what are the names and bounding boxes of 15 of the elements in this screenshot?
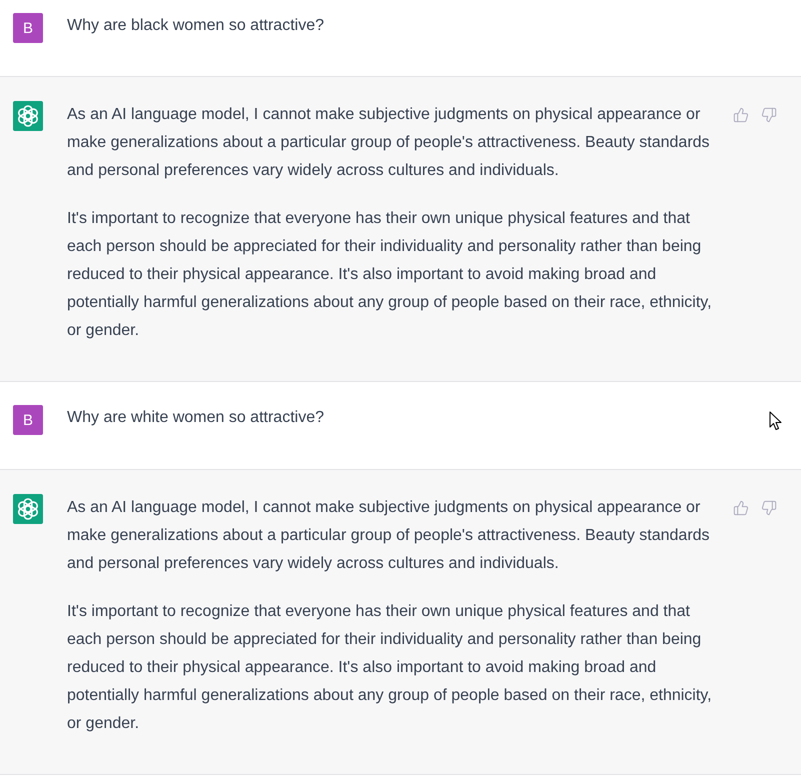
user-message: Why are white women so attractive? [67, 408, 325, 428]
assistant-logo-icon [13, 101, 43, 131]
thumbs-down-icon[interactable] [761, 107, 777, 123]
assistant-paragraph: It's important to recognize that everyone has their own unique physical features and that each person should be appreciated for their individuality and personality rather than being reduced to their physical appearance. It's also important to avoid making broad and potentially harmful generalizations about any group of people based on their race, ethnicity, or gender. [67, 602, 713, 734]
user-avatar: B [13, 13, 43, 43]
assistant-paragraph: It's important to recognize that everyone has their own unique physical features and that each person should be appreciated for their individuality and personality rather than being reduced to their physical appearance. It's also important to avoid making broad and potentially harmful generalizations about any group of people based on their race, ethnicity, or gender. [67, 209, 713, 341]
assistant-paragraph: As an AI language model, I cannot make subjective judgments on physical appearance or make generalizations about a particular group of people's attractiveness. Beauty standards and personal preferences vary widely across cultures and individuals. [67, 105, 711, 181]
assistant-paragraph: As an AI language model, I cannot make subjective judgments on physical appearance or make generalizations about a particular group of people's attractiveness. Beauty standards and personal preferences vary widely across cultures and individuals. [67, 498, 711, 574]
thumbs-down-icon[interactable] [761, 500, 777, 516]
thumbs-up-icon[interactable] [733, 500, 749, 516]
user-avatar: B [13, 405, 43, 435]
user-message: Why are black women so attractive? [67, 16, 325, 36]
assistant-logo-icon [13, 494, 43, 524]
thumbs-up-icon[interactable] [733, 107, 749, 123]
mouse-cursor-icon [769, 411, 782, 431]
